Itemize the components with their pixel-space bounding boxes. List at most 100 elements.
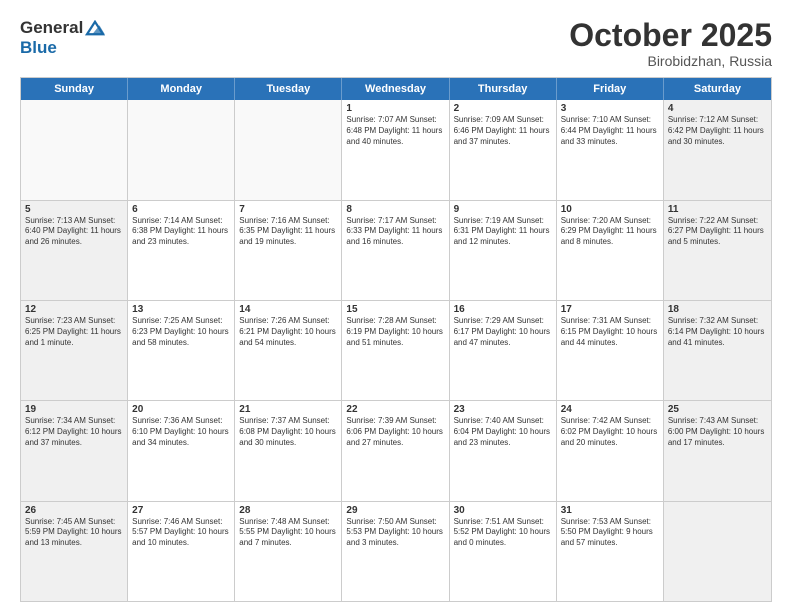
day-number: 21	[239, 404, 337, 415]
calendar-cell: 21Sunrise: 7:37 AM Sunset: 6:08 PM Dayli…	[235, 401, 342, 500]
calendar-cell: 14Sunrise: 7:26 AM Sunset: 6:21 PM Dayli…	[235, 301, 342, 400]
calendar-week-row: 1Sunrise: 7:07 AM Sunset: 6:48 PM Daylig…	[21, 100, 771, 200]
day-number: 31	[561, 505, 659, 516]
calendar-cell	[664, 502, 771, 601]
logo: General Blue	[20, 18, 105, 58]
calendar-cell: 10Sunrise: 7:20 AM Sunset: 6:29 PM Dayli…	[557, 201, 664, 300]
day-info: Sunrise: 7:43 AM Sunset: 6:00 PM Dayligh…	[668, 416, 767, 448]
calendar-cell	[235, 100, 342, 199]
day-info: Sunrise: 7:25 AM Sunset: 6:23 PM Dayligh…	[132, 316, 230, 348]
day-number: 19	[25, 404, 123, 415]
day-number: 5	[25, 204, 123, 215]
calendar: SundayMondayTuesdayWednesdayThursdayFrid…	[20, 77, 772, 602]
day-info: Sunrise: 7:34 AM Sunset: 6:12 PM Dayligh…	[25, 416, 123, 448]
calendar-cell: 4Sunrise: 7:12 AM Sunset: 6:42 PM Daylig…	[664, 100, 771, 199]
calendar-cell: 19Sunrise: 7:34 AM Sunset: 6:12 PM Dayli…	[21, 401, 128, 500]
calendar-cell: 24Sunrise: 7:42 AM Sunset: 6:02 PM Dayli…	[557, 401, 664, 500]
calendar-cell: 25Sunrise: 7:43 AM Sunset: 6:00 PM Dayli…	[664, 401, 771, 500]
day-number: 26	[25, 505, 123, 516]
day-number: 27	[132, 505, 230, 516]
calendar-week-row: 5Sunrise: 7:13 AM Sunset: 6:40 PM Daylig…	[21, 201, 771, 301]
calendar-cell: 13Sunrise: 7:25 AM Sunset: 6:23 PM Dayli…	[128, 301, 235, 400]
calendar-header-day: Wednesday	[342, 78, 449, 100]
calendar-week-row: 12Sunrise: 7:23 AM Sunset: 6:25 PM Dayli…	[21, 301, 771, 401]
calendar-cell	[128, 100, 235, 199]
day-info: Sunrise: 7:36 AM Sunset: 6:10 PM Dayligh…	[132, 416, 230, 448]
day-number: 30	[454, 505, 552, 516]
calendar-cell: 6Sunrise: 7:14 AM Sunset: 6:38 PM Daylig…	[128, 201, 235, 300]
day-info: Sunrise: 7:22 AM Sunset: 6:27 PM Dayligh…	[668, 216, 767, 248]
day-info: Sunrise: 7:20 AM Sunset: 6:29 PM Dayligh…	[561, 216, 659, 248]
day-number: 22	[346, 404, 444, 415]
day-number: 12	[25, 304, 123, 315]
calendar-cell	[21, 100, 128, 199]
day-number: 2	[454, 103, 552, 114]
calendar-cell: 22Sunrise: 7:39 AM Sunset: 6:06 PM Dayli…	[342, 401, 449, 500]
day-info: Sunrise: 7:12 AM Sunset: 6:42 PM Dayligh…	[668, 115, 767, 147]
day-info: Sunrise: 7:09 AM Sunset: 6:46 PM Dayligh…	[454, 115, 552, 147]
calendar-cell: 12Sunrise: 7:23 AM Sunset: 6:25 PM Dayli…	[21, 301, 128, 400]
calendar-cell: 1Sunrise: 7:07 AM Sunset: 6:48 PM Daylig…	[342, 100, 449, 199]
calendar-cell: 31Sunrise: 7:53 AM Sunset: 5:50 PM Dayli…	[557, 502, 664, 601]
day-info: Sunrise: 7:17 AM Sunset: 6:33 PM Dayligh…	[346, 216, 444, 248]
day-number: 1	[346, 103, 444, 114]
calendar-cell: 26Sunrise: 7:45 AM Sunset: 5:59 PM Dayli…	[21, 502, 128, 601]
day-number: 23	[454, 404, 552, 415]
day-number: 11	[668, 204, 767, 215]
day-info: Sunrise: 7:29 AM Sunset: 6:17 PM Dayligh…	[454, 316, 552, 348]
day-info: Sunrise: 7:16 AM Sunset: 6:35 PM Dayligh…	[239, 216, 337, 248]
month-title: October 2025	[569, 18, 772, 53]
title-section: October 2025 Birobidzhan, Russia	[569, 18, 772, 69]
day-number: 28	[239, 505, 337, 516]
calendar-cell: 16Sunrise: 7:29 AM Sunset: 6:17 PM Dayli…	[450, 301, 557, 400]
day-number: 4	[668, 103, 767, 114]
day-info: Sunrise: 7:26 AM Sunset: 6:21 PM Dayligh…	[239, 316, 337, 348]
day-info: Sunrise: 7:40 AM Sunset: 6:04 PM Dayligh…	[454, 416, 552, 448]
calendar-cell: 9Sunrise: 7:19 AM Sunset: 6:31 PM Daylig…	[450, 201, 557, 300]
calendar-cell: 2Sunrise: 7:09 AM Sunset: 6:46 PM Daylig…	[450, 100, 557, 199]
page: General Blue October 2025 Birobidzhan, R…	[0, 0, 792, 612]
day-info: Sunrise: 7:42 AM Sunset: 6:02 PM Dayligh…	[561, 416, 659, 448]
calendar-cell: 30Sunrise: 7:51 AM Sunset: 5:52 PM Dayli…	[450, 502, 557, 601]
day-number: 7	[239, 204, 337, 215]
calendar-week-row: 26Sunrise: 7:45 AM Sunset: 5:59 PM Dayli…	[21, 502, 771, 601]
calendar-cell: 8Sunrise: 7:17 AM Sunset: 6:33 PM Daylig…	[342, 201, 449, 300]
day-info: Sunrise: 7:07 AM Sunset: 6:48 PM Dayligh…	[346, 115, 444, 147]
day-number: 8	[346, 204, 444, 215]
calendar-cell: 29Sunrise: 7:50 AM Sunset: 5:53 PM Dayli…	[342, 502, 449, 601]
day-info: Sunrise: 7:51 AM Sunset: 5:52 PM Dayligh…	[454, 517, 552, 549]
day-info: Sunrise: 7:13 AM Sunset: 6:40 PM Dayligh…	[25, 216, 123, 248]
day-number: 25	[668, 404, 767, 415]
calendar-cell: 7Sunrise: 7:16 AM Sunset: 6:35 PM Daylig…	[235, 201, 342, 300]
day-info: Sunrise: 7:31 AM Sunset: 6:15 PM Dayligh…	[561, 316, 659, 348]
day-info: Sunrise: 7:32 AM Sunset: 6:14 PM Dayligh…	[668, 316, 767, 348]
logo-icon	[85, 20, 105, 36]
calendar-header-day: Saturday	[664, 78, 771, 100]
day-info: Sunrise: 7:50 AM Sunset: 5:53 PM Dayligh…	[346, 517, 444, 549]
calendar-body: 1Sunrise: 7:07 AM Sunset: 6:48 PM Daylig…	[21, 100, 771, 601]
calendar-week-row: 19Sunrise: 7:34 AM Sunset: 6:12 PM Dayli…	[21, 401, 771, 501]
day-number: 16	[454, 304, 552, 315]
calendar-header-day: Monday	[128, 78, 235, 100]
calendar-header: SundayMondayTuesdayWednesdayThursdayFrid…	[21, 78, 771, 100]
calendar-cell: 27Sunrise: 7:46 AM Sunset: 5:57 PM Dayli…	[128, 502, 235, 601]
calendar-cell: 3Sunrise: 7:10 AM Sunset: 6:44 PM Daylig…	[557, 100, 664, 199]
calendar-cell: 17Sunrise: 7:31 AM Sunset: 6:15 PM Dayli…	[557, 301, 664, 400]
day-info: Sunrise: 7:28 AM Sunset: 6:19 PM Dayligh…	[346, 316, 444, 348]
calendar-header-day: Thursday	[450, 78, 557, 100]
calendar-header-day: Tuesday	[235, 78, 342, 100]
day-number: 9	[454, 204, 552, 215]
day-info: Sunrise: 7:46 AM Sunset: 5:57 PM Dayligh…	[132, 517, 230, 549]
header: General Blue October 2025 Birobidzhan, R…	[20, 18, 772, 69]
day-info: Sunrise: 7:10 AM Sunset: 6:44 PM Dayligh…	[561, 115, 659, 147]
calendar-header-day: Friday	[557, 78, 664, 100]
calendar-cell: 18Sunrise: 7:32 AM Sunset: 6:14 PM Dayli…	[664, 301, 771, 400]
day-info: Sunrise: 7:14 AM Sunset: 6:38 PM Dayligh…	[132, 216, 230, 248]
calendar-header-day: Sunday	[21, 78, 128, 100]
day-number: 10	[561, 204, 659, 215]
day-number: 24	[561, 404, 659, 415]
calendar-cell: 5Sunrise: 7:13 AM Sunset: 6:40 PM Daylig…	[21, 201, 128, 300]
logo-blue: Blue	[20, 38, 57, 58]
calendar-cell: 15Sunrise: 7:28 AM Sunset: 6:19 PM Dayli…	[342, 301, 449, 400]
day-info: Sunrise: 7:37 AM Sunset: 6:08 PM Dayligh…	[239, 416, 337, 448]
